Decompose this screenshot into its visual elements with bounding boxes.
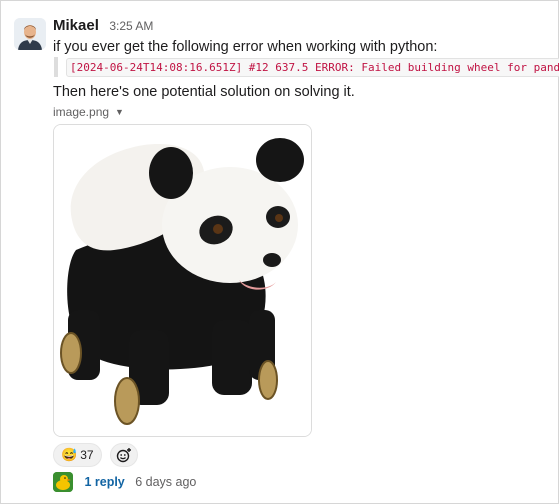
- panda-toy-image: [54, 125, 311, 436]
- message-timestamp[interactable]: 3:25 AM: [109, 19, 153, 33]
- add-reaction-button[interactable]: [110, 443, 138, 467]
- last-reply-time: 6 days ago: [135, 475, 197, 489]
- add-emoji-icon: [116, 448, 131, 463]
- author-name[interactable]: Mikael: [53, 17, 99, 34]
- message-header: Mikael 3:25 AM: [53, 17, 153, 35]
- inline-code: [2024-06-24T14:08:16.651Z] #12 637.5 ERR…: [66, 58, 559, 77]
- code-quote: [2024-06-24T14:08:16.651Z] #12 637.5 ERR…: [54, 57, 559, 77]
- reaction-bar: 😅 37: [53, 443, 138, 467]
- grinning-sweat-emoji-icon: 😅: [61, 447, 78, 462]
- replier-avatar[interactable]: [53, 472, 73, 492]
- message-text-line2: Then here's one potential solution on so…: [53, 84, 355, 100]
- reaction-pill[interactable]: 😅 37: [53, 443, 102, 467]
- reaction-count: 37: [80, 448, 94, 462]
- attachment-filename[interactable]: image.png: [53, 105, 109, 119]
- reply-count-link[interactable]: 1 reply: [84, 475, 124, 489]
- caret-down-icon[interactable]: ▼: [115, 107, 124, 117]
- message-pane: Mikael 3:25 AM if you ever get the follo…: [0, 0, 559, 504]
- thread-summary[interactable]: 1 reply 6 days ago: [53, 472, 196, 494]
- attachment-label[interactable]: image.png ▼: [53, 105, 124, 119]
- image-attachment[interactable]: [53, 124, 312, 437]
- author-avatar[interactable]: [14, 18, 46, 50]
- message-text-line1: if you ever get the following error when…: [53, 39, 438, 55]
